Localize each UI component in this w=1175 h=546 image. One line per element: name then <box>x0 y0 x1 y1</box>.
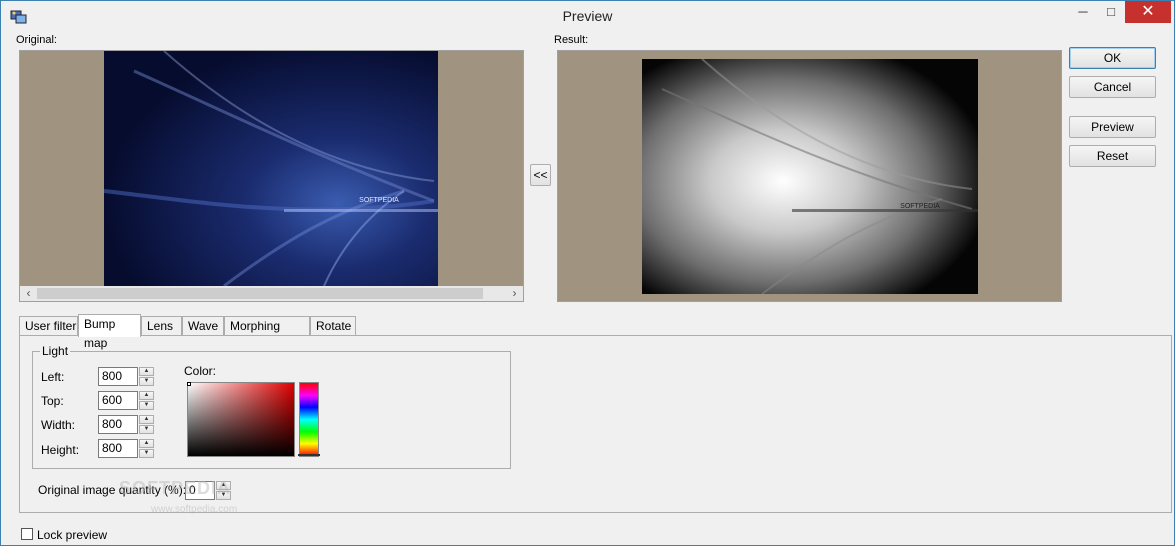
width-label: Width: <box>41 418 76 432</box>
width-down-icon[interactable]: ▼ <box>139 425 154 434</box>
width-up-icon[interactable]: ▲ <box>139 415 154 424</box>
softpedia-watermark-url: www.softpedia.com <box>151 504 238 515</box>
color-saturation-picker[interactable] <box>187 382 295 457</box>
left-input[interactable]: 800 <box>98 367 138 386</box>
result-label: Result: <box>554 34 589 46</box>
light-group-title: Light <box>40 344 71 358</box>
lock-preview-checkbox[interactable] <box>21 528 33 540</box>
softpedia-watermark: SOFTPEDIA <box>119 478 232 498</box>
copy-result-button[interactable]: << <box>530 164 551 186</box>
color-label: Color: <box>184 364 217 378</box>
result-image-text: SOFTPEDIA <box>900 203 940 210</box>
cancel-button[interactable]: Cancel <box>1069 76 1156 98</box>
tab-lens[interactable]: Lens <box>141 316 182 336</box>
close-icon[interactable]: ✕ <box>1125 1 1171 23</box>
tab-wave[interactable]: Wave <box>182 316 224 336</box>
left-down-icon[interactable]: ▼ <box>139 377 154 386</box>
height-up-icon[interactable]: ▲ <box>139 439 154 448</box>
scroll-left-icon[interactable]: ‹ <box>20 286 37 301</box>
hue-slider-marker[interactable] <box>298 454 320 456</box>
top-up-icon[interactable]: ▲ <box>139 391 154 400</box>
ok-button[interactable]: OK <box>1069 47 1156 69</box>
left-up-icon[interactable]: ▲ <box>139 367 154 376</box>
preview-button[interactable]: Preview <box>1069 116 1156 138</box>
height-down-icon[interactable]: ▼ <box>139 449 154 458</box>
horizontal-scrollbar[interactable]: ‹ › <box>20 286 523 301</box>
tab-rotate[interactable]: Rotate <box>310 316 356 336</box>
maximize-icon[interactable]: □ <box>1097 1 1125 23</box>
color-picker-marker[interactable] <box>187 382 191 386</box>
preview-window: Preview ─ □ ✕ Original: Result: SOFTPEDI… <box>0 0 1175 546</box>
hue-slider[interactable] <box>298 382 320 457</box>
original-label: Original: <box>16 34 57 46</box>
top-down-icon[interactable]: ▼ <box>139 401 154 410</box>
original-image-text: SOFTPEDIA <box>359 197 399 204</box>
window-title: Preview <box>562 8 613 24</box>
left-label: Left: <box>41 370 65 384</box>
width-input[interactable]: 800 <box>98 415 138 434</box>
minimize-icon[interactable]: ─ <box>1069 1 1097 23</box>
height-input[interactable]: 800 <box>98 439 138 458</box>
title-bar[interactable]: Preview ─ □ ✕ <box>1 1 1174 31</box>
top-input[interactable]: 600 <box>98 391 138 410</box>
result-image: SOFTPEDIA <box>642 59 978 294</box>
tab-morphing-filters[interactable]: Morphing filters <box>224 316 310 352</box>
lock-preview-label[interactable]: Lock preview <box>37 528 107 542</box>
scroll-right-icon[interactable]: › <box>506 286 523 301</box>
tab-user-filter[interactable]: User filter <box>19 316 78 336</box>
tab-bump-map[interactable]: Bump map <box>78 314 141 350</box>
result-image-panel[interactable]: SOFTPEDIA <box>557 50 1062 302</box>
reset-button[interactable]: Reset <box>1069 145 1156 167</box>
original-image: SOFTPEDIA <box>104 51 438 286</box>
height-label: Height: <box>41 443 80 457</box>
top-label: Top: <box>41 394 64 408</box>
scroll-thumb[interactable] <box>37 288 483 299</box>
light-group: Light Left: 800 ▲ ▼ Top: 600 ▲ ▼ Width: … <box>32 344 511 469</box>
original-image-panel[interactable]: SOFTPEDIA ‹ › <box>19 50 524 302</box>
